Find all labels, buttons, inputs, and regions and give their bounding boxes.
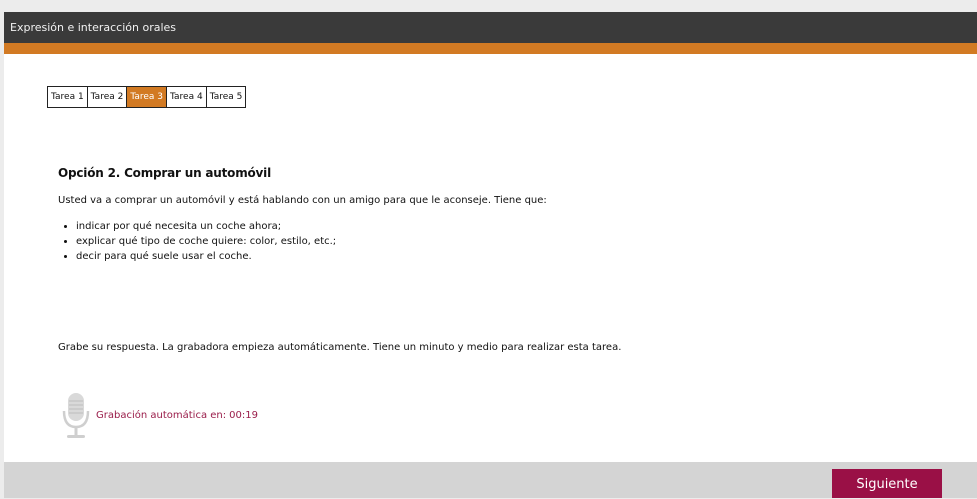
task-content: Opción 2. Comprar un automóvil Usted va … bbox=[58, 166, 938, 264]
microphone-icon bbox=[62, 393, 90, 438]
tab-tarea-1[interactable]: Tarea 1 bbox=[48, 87, 88, 107]
task-intro: Usted va a comprar un automóvil y está h… bbox=[58, 195, 547, 206]
next-button[interactable]: Siguiente bbox=[832, 469, 942, 498]
task-bullet-list: indicar por qué necesita un coche ahora;… bbox=[58, 219, 938, 264]
task-tabs: Tarea 1 Tarea 2 Tarea 3 Tarea 4 Tarea 5 bbox=[47, 86, 247, 108]
countdown-label: Grabación automática en: bbox=[96, 410, 227, 421]
list-item: indicar por qué necesita un coche ahora; bbox=[76, 219, 938, 234]
list-item: explicar qué tipo de coche quiere: color… bbox=[76, 234, 938, 249]
auto-recording-countdown: Grabación automática en: 00:19 bbox=[96, 410, 258, 421]
exam-window: Expresión e interacción orales Tarea 1 T… bbox=[4, 12, 977, 498]
accent-bar bbox=[4, 43, 977, 54]
recording-instruction: Grabe su respuesta. La grabadora empieza… bbox=[58, 342, 622, 353]
countdown-time: 00:19 bbox=[229, 410, 258, 421]
tab-tarea-5[interactable]: Tarea 5 bbox=[206, 87, 246, 107]
tab-tarea-2[interactable]: Tarea 2 bbox=[87, 87, 128, 107]
task-heading: Opción 2. Comprar un automóvil bbox=[58, 166, 272, 180]
tab-tarea-4[interactable]: Tarea 4 bbox=[167, 87, 207, 107]
tab-tarea-3[interactable]: Tarea 3 bbox=[127, 87, 168, 107]
window-title: Expresión e interacción orales bbox=[4, 12, 977, 43]
list-item: decir para qué suele usar el coche. bbox=[76, 249, 938, 264]
